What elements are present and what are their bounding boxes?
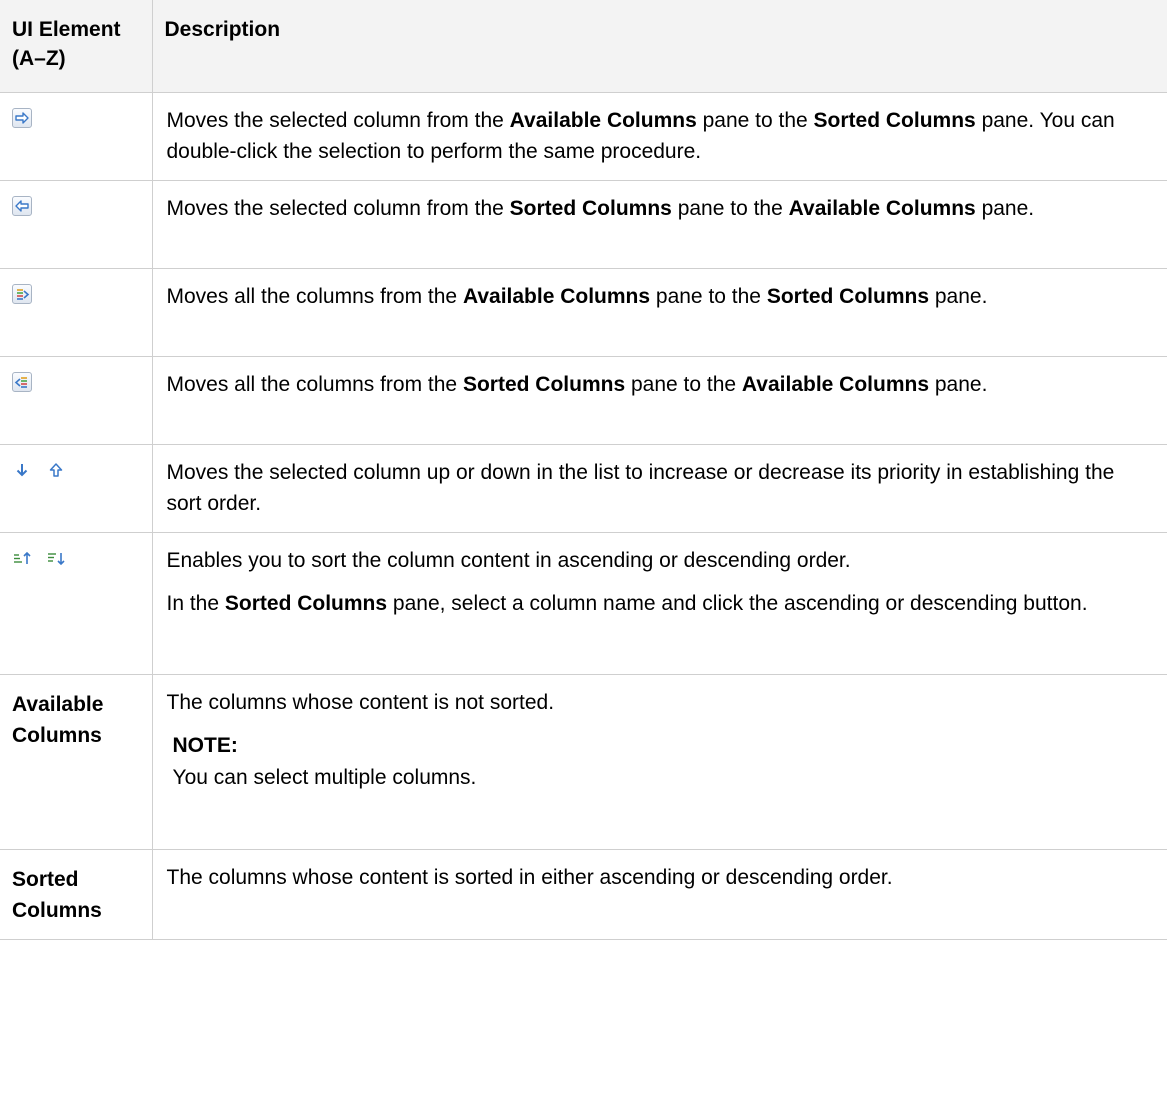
move-left-arrow-icon (12, 195, 32, 216)
header-ui-element: UI Element (A–Z) (0, 0, 153, 93)
move-up-icon (46, 460, 66, 480)
element-cell: Sorted Columns (0, 848, 153, 940)
description-cell: Moves the selected column from the Sorte… (151, 179, 1167, 269)
element-cell (0, 443, 153, 533)
ui-elements-table: UI Element (A–Z) Description Moves the s… (0, 0, 1167, 940)
move-right-arrow-icon (12, 107, 32, 128)
element-cell: Available Columns (0, 673, 153, 850)
element-cell (0, 531, 153, 675)
description-text: Moves the selected column from the Sorte… (166, 196, 1035, 220)
table-row: Moves the selected column from the Avail… (0, 91, 1167, 181)
description-text-2: In the Sorted Columns pane, select a col… (166, 592, 1088, 616)
element-cell (0, 91, 153, 181)
sort-ascending-icon (12, 548, 32, 568)
move-down-icon (12, 460, 32, 480)
description-text: Moves the selected column up or down in … (166, 460, 1115, 516)
note-box: NOTE: You can select multiple columns. (173, 730, 1156, 793)
note-text: You can select multiple columns. (172, 765, 477, 789)
move-all-right-icon (12, 283, 32, 304)
table-row: Sorted Columns The columns whose content… (0, 848, 1167, 940)
table-row: Available Columns The columns whose cont… (0, 673, 1167, 850)
description-cell: Moves the selected column from the Avail… (151, 91, 1167, 181)
description-text: Moves the selected column from the Avail… (166, 108, 1115, 164)
description-cell: Enables you to sort the column content i… (151, 531, 1167, 675)
note-title: NOTE: (172, 734, 238, 758)
table-row: Moves all the columns from the Available… (0, 267, 1167, 357)
table-row: Enables you to sort the column content i… (0, 531, 1167, 675)
description-cell: Moves all the columns from the Available… (151, 267, 1167, 357)
description-cell: Moves all the columns from the Sorted Co… (151, 355, 1167, 445)
description-text: Moves all the columns from the Sorted Co… (166, 372, 988, 396)
table-row: Moves all the columns from the Sorted Co… (0, 355, 1167, 445)
description-cell: Moves the selected column up or down in … (151, 443, 1167, 533)
description-text: The columns whose content is not sorted. (166, 690, 555, 714)
element-cell (0, 267, 153, 357)
description-text: Moves all the columns from the Available… (166, 284, 988, 308)
header-description: Description (151, 0, 1167, 93)
table-row: Moves the selected column up or down in … (0, 443, 1167, 533)
move-all-left-icon (12, 371, 32, 392)
element-cell (0, 179, 153, 269)
table-header-row: UI Element (A–Z) Description (0, 0, 1167, 93)
sort-descending-icon (46, 548, 66, 568)
description-cell: The columns whose content is sorted in e… (151, 848, 1167, 940)
description-text: The columns whose content is sorted in e… (166, 865, 893, 889)
element-cell (0, 355, 153, 445)
table-row: Moves the selected column from the Sorte… (0, 179, 1167, 269)
description-text: Enables you to sort the column content i… (166, 548, 851, 572)
description-cell: The columns whose content is not sorted.… (151, 673, 1167, 850)
